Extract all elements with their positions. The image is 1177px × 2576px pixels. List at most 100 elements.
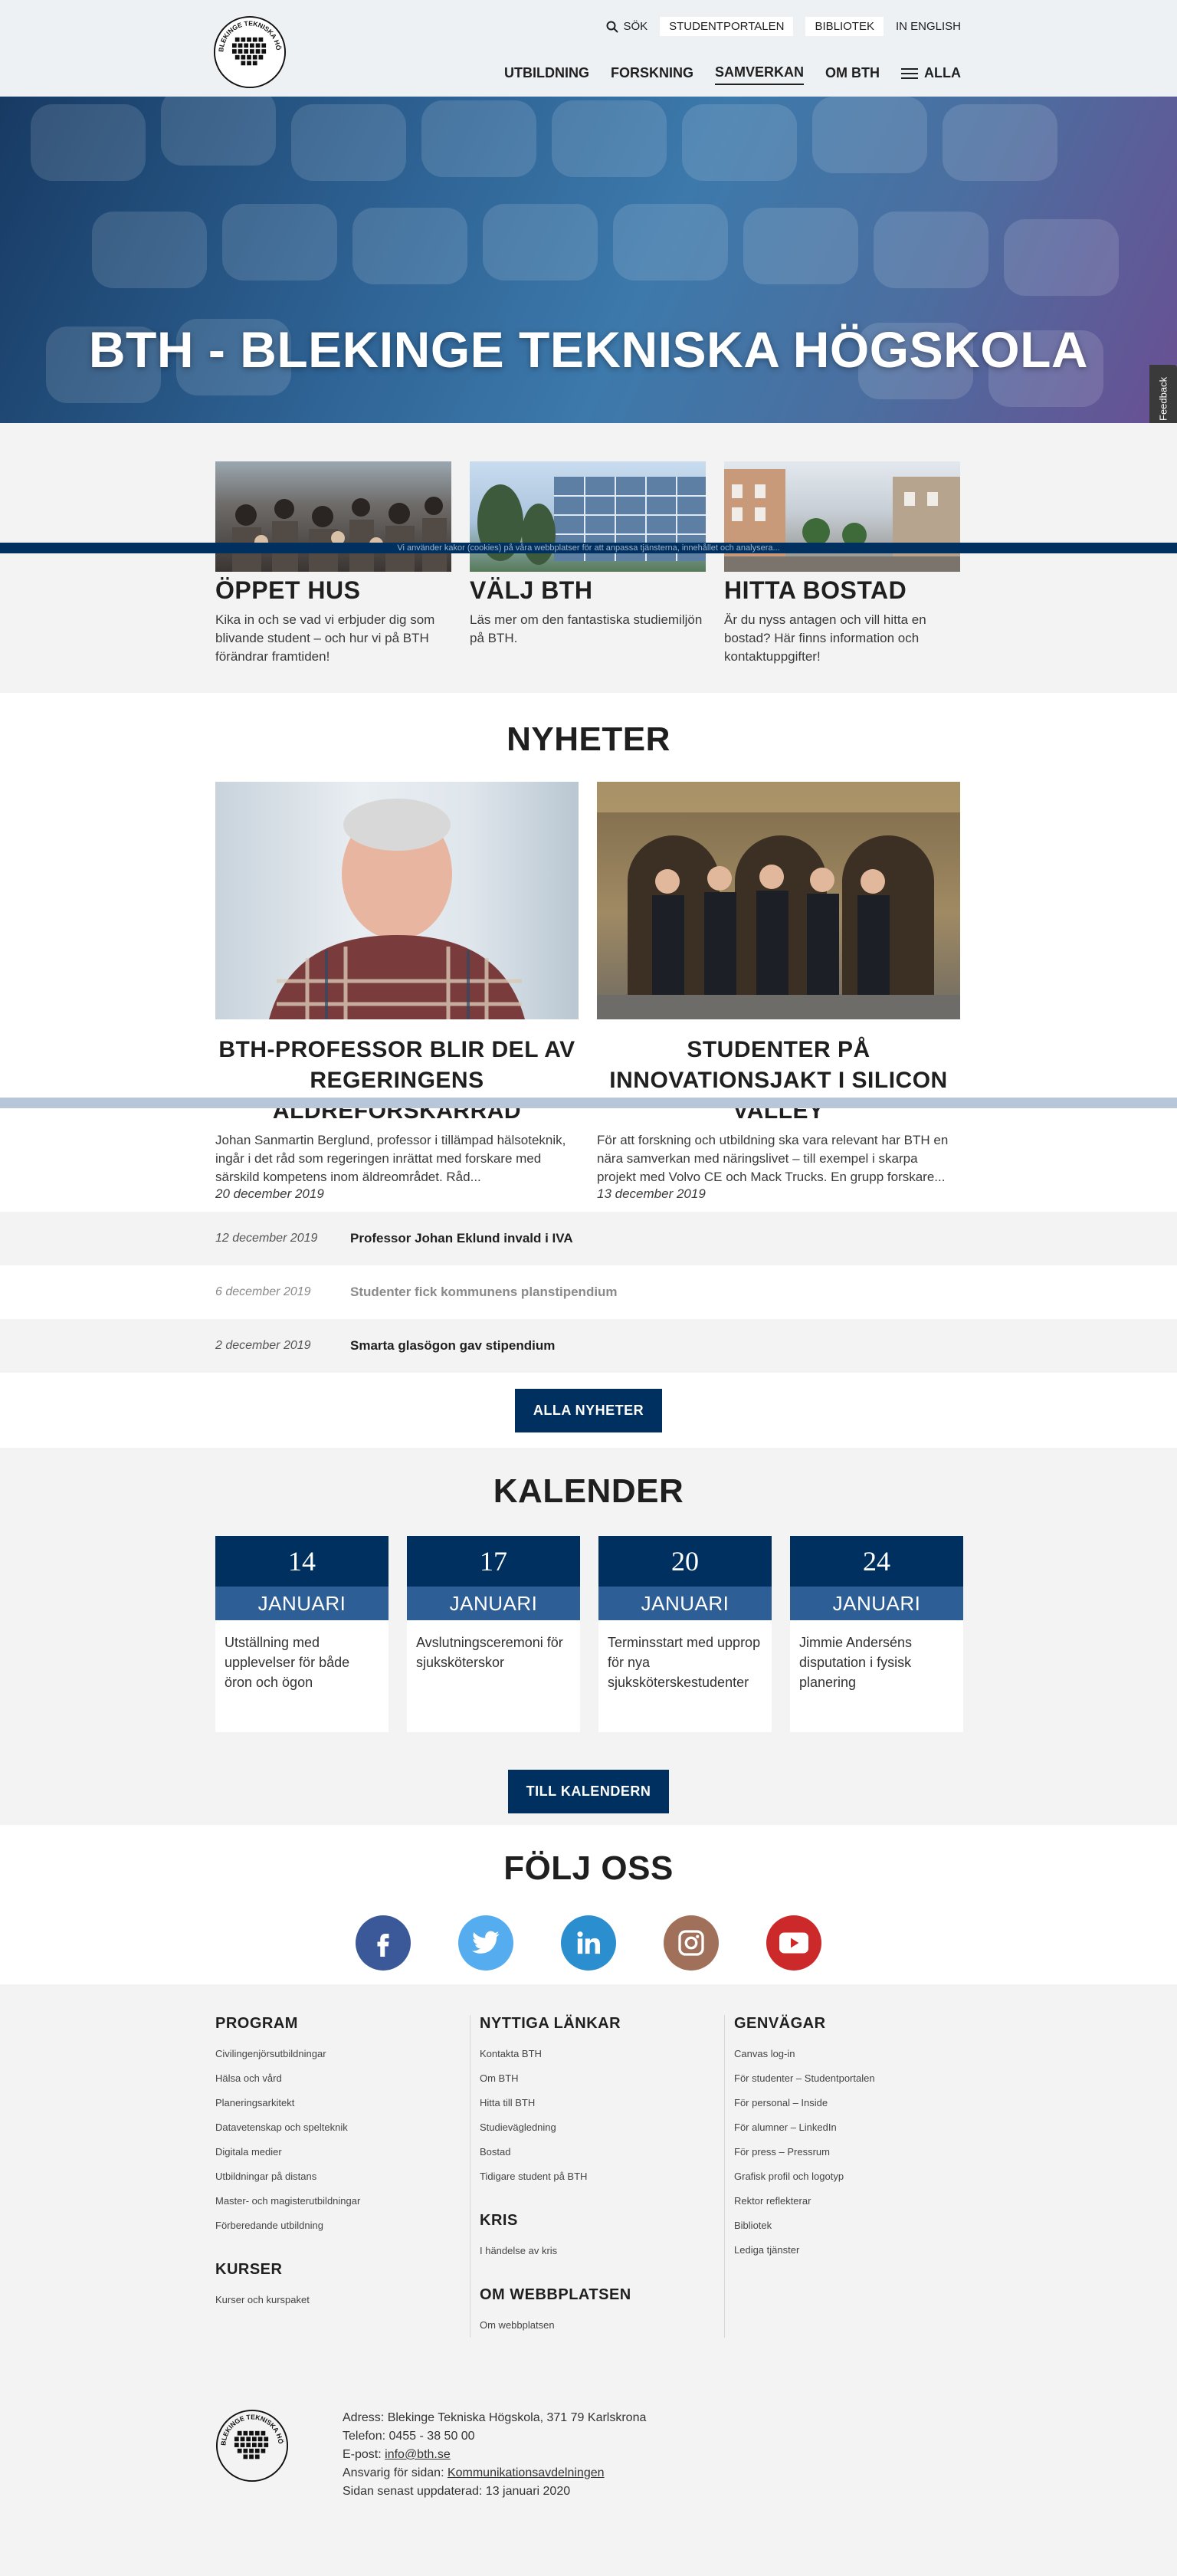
footer-link[interactable]: Om BTH — [480, 2066, 709, 2091]
footer-link[interactable]: Canvas log-in — [734, 2042, 963, 2066]
footer-link[interactable]: Digitala medier — [215, 2140, 454, 2164]
top-nav: SÖK STUDENTPORTALEN BIBLIOTEK IN ENGLISH — [606, 17, 961, 36]
footer-link[interactable]: Om webbplatsen — [480, 2313, 709, 2338]
site-header: BLEKINGE TEKNISKA HÖGSKOLA · BTH · SÖK S… — [0, 0, 1177, 97]
bth-logo[interactable]: BLEKINGE TEKNISKA HÖGSKOLA · BTH · — [213, 15, 287, 89]
footer-link[interactable]: Kurser och kurspaket — [215, 2288, 454, 2312]
news-list-title[interactable]: Studenter fick kommunens planstipendium — [350, 1285, 618, 1300]
calendar-title: KALENDER — [493, 1472, 684, 1510]
news-image-professor[interactable] — [215, 782, 579, 1019]
footer-link[interactable]: Lediga tjänster — [734, 2238, 963, 2263]
promo-card[interactable]: VÄLJ BTH Läs mer om den fantastiska stud… — [470, 461, 706, 666]
news-card[interactable]: STUDENTER PÅ INNOVATIONSJAKT I SILICON V… — [597, 782, 960, 1202]
footer-link[interactable]: Tidigare student på BTH — [480, 2164, 709, 2189]
news-list-item[interactable]: 12 december 2019 Professor Johan Eklund … — [0, 1212, 1177, 1265]
calendar-event[interactable]: 20 JANUARI Terminsstart med upprop för n… — [598, 1536, 772, 1732]
nav-alla-label: ALLA — [924, 65, 961, 80]
instagram-icon[interactable] — [664, 1915, 719, 1971]
promo-image-campus[interactable] — [470, 461, 706, 572]
footer-column-genvagar: GENVÄGAR Canvas log-in För studenter – S… — [724, 2015, 979, 2338]
footer-link[interactable]: Utbildningar på distans — [215, 2164, 454, 2189]
promo-text: Läs mer om den fantastiska studiemiljön … — [470, 612, 703, 645]
twitter-icon[interactable] — [458, 1915, 513, 1971]
footer-link[interactable]: Hälsa och vård — [215, 2066, 454, 2091]
youtube-icon[interactable] — [766, 1915, 821, 1971]
footer-link[interactable]: Rektor reflekterar — [734, 2189, 963, 2213]
news-list-item[interactable]: 6 december 2019 Studenter fick kommunens… — [0, 1265, 1177, 1319]
footer-link[interactable]: Planeringsarkitekt — [215, 2091, 454, 2115]
event-text: Utställning med upplevelser för både öro… — [225, 1635, 350, 1690]
footer-link[interactable]: Master- och magisterutbildningar — [215, 2189, 454, 2213]
event-month: JANUARI — [598, 1587, 772, 1620]
footer-link[interactable]: För personal – Inside — [734, 2091, 963, 2115]
all-news-button[interactable]: ALLA NYHETER — [514, 1388, 663, 1432]
news-title: NYHETER — [507, 720, 670, 758]
email-link[interactable]: info@bth.se — [385, 2448, 451, 2461]
footer-link[interactable]: Grafisk profil och logotyp — [734, 2164, 963, 2189]
feedback-tab[interactable]: Feedback — [1149, 365, 1177, 423]
news-section: NYHETER BTH-PROFESSOR BLIR DEL AV REGERI… — [0, 693, 1177, 1212]
nav-utbildning[interactable]: UTBILDNING — [504, 65, 589, 84]
email-line: E-post: info@bth.se — [343, 2446, 646, 2464]
footer-link[interactable]: Civilingenjörsutbildningar — [215, 2042, 454, 2066]
nav-forskning[interactable]: FORSKNING — [611, 65, 693, 84]
footer-link[interactable]: Datavetenskap och spelteknik — [215, 2115, 454, 2140]
nav-alla[interactable]: ALLA — [901, 65, 961, 85]
calendar-event[interactable]: 14 JANUARI Utställning med upplevelser f… — [215, 1536, 389, 1732]
responsible-label: Ansvarig för sidan: — [343, 2466, 448, 2479]
responsible-link[interactable]: Kommunikationsavdelningen — [448, 2466, 605, 2479]
calendar-event[interactable]: 17 JANUARI Avslutningsceremoni för sjuks… — [407, 1536, 580, 1732]
news-card-date: 20 december 2019 — [215, 1186, 324, 1201]
promo-card[interactable]: ÖPPET HUS Kika in och se vad vi erbjuder… — [215, 461, 451, 666]
footer-link[interactable]: Bibliotek — [734, 2213, 963, 2238]
follow-section: FÖLJ OSS — [0, 1825, 1177, 1984]
footer-heading: OM WEBBPLATSEN — [480, 2286, 631, 2303]
footer-address: BLEKINGE TEKNISKA HÖGSKOLA · BTH · Adres… — [215, 2409, 646, 2501]
studentportalen-link[interactable]: STUDENTPORTALEN — [660, 17, 794, 36]
search-button[interactable]: SÖK — [606, 17, 648, 36]
footer-link[interactable]: För alumner – LinkedIn — [734, 2115, 963, 2140]
promo-text: Är du nyss antagen och vill hitta en bos… — [724, 612, 926, 664]
search-icon — [606, 21, 619, 33]
news-list-date: 6 december 2019 — [215, 1285, 311, 1298]
event-text: Jimmie Anderséns disputation i fysisk pl… — [799, 1635, 913, 1690]
footer-link[interactable]: Hitta till BTH — [480, 2091, 709, 2115]
news-list-title[interactable]: Smarta glasögon gav stipendium — [350, 1338, 555, 1354]
news-card-text: För att forskning och utbildning ska var… — [597, 1133, 949, 1184]
footer-link[interactable]: För press – Pressrum — [734, 2140, 963, 2164]
event-month: JANUARI — [407, 1587, 580, 1620]
news-list-date: 2 december 2019 — [215, 1339, 311, 1352]
calendar-button[interactable]: TILL KALENDERN — [507, 1770, 670, 1813]
event-day: 24 — [790, 1536, 963, 1587]
footer-link[interactable]: I händelse av kris — [480, 2239, 709, 2263]
footer-link[interactable]: Bostad — [480, 2140, 709, 2164]
news-list-item[interactable]: 2 december 2019 Smarta glasögon gav stip… — [0, 1319, 1177, 1373]
cookie-banner-strip[interactable]: Vi använder kakor (cookies) på våra webb… — [0, 543, 1177, 553]
news-list-title[interactable]: Professor Johan Eklund invald i IVA — [350, 1231, 573, 1246]
news-image-students[interactable] — [597, 782, 960, 1019]
footer-link[interactable]: Kontakta BTH — [480, 2042, 709, 2066]
event-text: Terminsstart med upprop för nya sjuksköt… — [608, 1635, 761, 1690]
footer-link[interactable]: Studievägledning — [480, 2115, 709, 2140]
cookie-banner-text: Vi använder kakor (cookies) på våra webb… — [397, 543, 780, 553]
footer-bth-logo[interactable]: BLEKINGE TEKNISKA HÖGSKOLA · BTH · — [215, 2409, 289, 2482]
footer-link[interactable]: Förberedande utbildning — [215, 2213, 454, 2238]
promo-image-street[interactable] — [724, 461, 960, 572]
footer-column-nyttiga: NYTTIGA LÄNKAR Kontakta BTH Om BTH Hitta… — [470, 2015, 724, 2338]
facebook-icon[interactable] — [356, 1915, 411, 1971]
menu-icon — [901, 65, 918, 82]
nav-om-bth[interactable]: OM BTH — [825, 65, 880, 84]
footer-link[interactable]: För studenter – Studentportalen — [734, 2066, 963, 2091]
follow-title: FÖLJ OSS — [503, 1849, 674, 1887]
calendar-event[interactable]: 24 JANUARI Jimmie Anderséns disputation … — [790, 1536, 963, 1732]
news-card-title: BTH-PROFESSOR BLIR DEL AV REGERINGENS ÄL… — [218, 1037, 575, 1124]
linkedin-icon[interactable] — [561, 1915, 616, 1971]
promo-card[interactable]: HITTA BOSTAD Är du nyss antagen och vill… — [724, 461, 960, 666]
news-card[interactable]: BTH-PROFESSOR BLIR DEL AV REGERINGENS ÄL… — [215, 782, 579, 1202]
event-day: 17 — [407, 1536, 580, 1587]
nav-samverkan[interactable]: SAMVERKAN — [714, 64, 804, 85]
bibliotek-link[interactable]: BIBLIOTEK — [805, 17, 884, 36]
news-card-date: 13 december 2019 — [597, 1186, 706, 1201]
promo-image-open-house[interactable] — [215, 461, 451, 572]
english-link[interactable]: IN ENGLISH — [896, 17, 961, 36]
